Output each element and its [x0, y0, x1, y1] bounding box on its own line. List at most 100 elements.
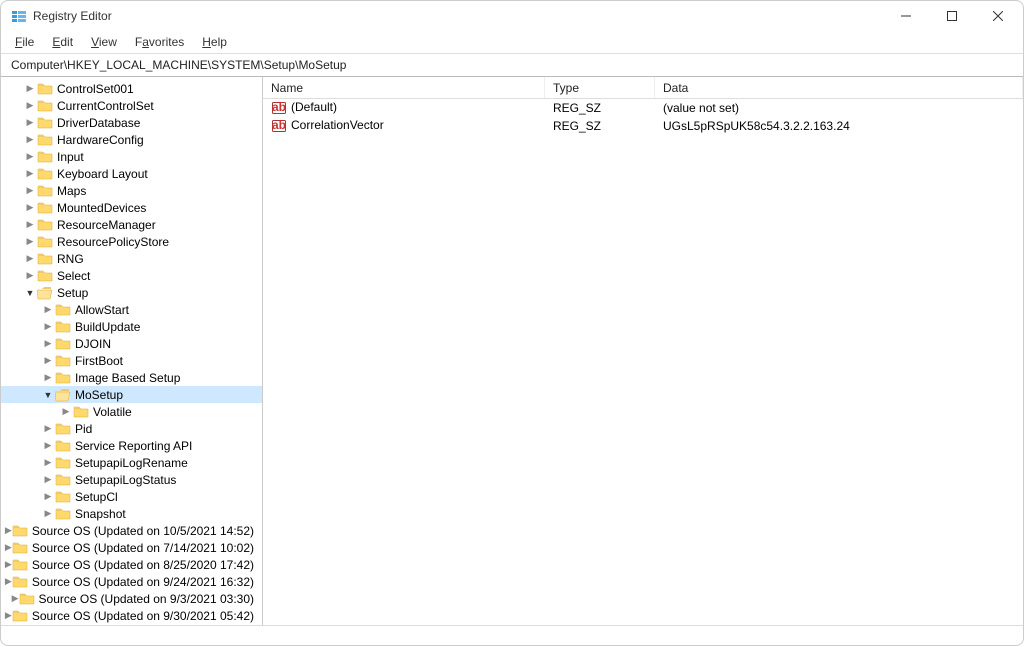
close-button[interactable] — [975, 1, 1021, 31]
expand-toggle-icon[interactable]: ▶ — [41, 440, 55, 451]
window-controls — [883, 1, 1021, 31]
expand-toggle-icon[interactable]: ▼ — [23, 288, 37, 298]
expand-toggle-icon[interactable]: ▶ — [41, 321, 55, 332]
folder-icon — [55, 337, 71, 351]
expand-toggle-icon[interactable]: ▶ — [12, 593, 19, 604]
folder-icon — [12, 524, 28, 538]
list-row[interactable]: ab(Default)REG_SZ(value not set) — [263, 99, 1023, 117]
tree-item[interactable]: ▶Source OS (Updated on 9/30/2021 05:42) — [1, 607, 262, 624]
expand-toggle-icon[interactable]: ▶ — [5, 525, 12, 536]
tree-item[interactable]: ▶BuildUpdate — [1, 318, 262, 335]
tree-item[interactable]: ▶AllowStart — [1, 301, 262, 318]
tree-item[interactable]: ▶DriverDatabase — [1, 114, 262, 131]
tree-item[interactable]: ▶Source OS (Updated on 9/24/2021 16:32) — [1, 573, 262, 590]
tree-item[interactable]: ▶Status — [1, 624, 262, 625]
expand-toggle-icon[interactable]: ▶ — [23, 185, 37, 196]
expand-toggle-icon[interactable]: ▶ — [23, 168, 37, 179]
column-data[interactable]: Data — [655, 77, 1023, 98]
tree-item-label: Maps — [57, 184, 86, 198]
folder-icon — [12, 609, 28, 623]
expand-toggle-icon[interactable]: ▼ — [41, 390, 55, 400]
folder-icon — [12, 541, 28, 555]
tree-item[interactable]: ▶Volatile — [1, 403, 262, 420]
tree-item[interactable]: ▶Source OS (Updated on 8/25/2020 17:42) — [1, 556, 262, 573]
tree-item[interactable]: ▶ HardwareConfig — [1, 131, 262, 148]
registry-tree[interactable]: ▶ControlSet001▶CurrentControlSet▶DriverD… — [1, 77, 263, 625]
expand-toggle-icon[interactable]: ▶ — [41, 304, 55, 315]
address-bar[interactable] — [1, 53, 1023, 77]
tree-item[interactable]: ▶Input — [1, 148, 262, 165]
expand-toggle-icon[interactable]: ▶ — [41, 508, 55, 519]
tree-item[interactable]: ▼Setup — [1, 284, 262, 301]
address-input[interactable] — [9, 57, 1015, 73]
menu-help[interactable]: Help — [194, 33, 235, 51]
column-type[interactable]: Type — [545, 77, 655, 98]
folder-icon — [37, 116, 53, 130]
menu-edit[interactable]: Edit — [44, 33, 81, 51]
tree-item[interactable]: ▶Source OS (Updated on 7/14/2021 10:02) — [1, 539, 262, 556]
expand-toggle-icon[interactable]: ▶ — [5, 542, 12, 553]
tree-item[interactable]: ▶ CurrentControlSet — [1, 97, 262, 114]
expand-toggle-icon[interactable]: ▶ — [23, 236, 37, 247]
tree-item[interactable]: ▶SetupapiLogRename — [1, 454, 262, 471]
minimize-button[interactable] — [883, 1, 929, 31]
expand-toggle-icon[interactable]: ▶ — [5, 559, 12, 570]
tree-item-label: HardwareConfig — [57, 133, 144, 147]
column-name[interactable]: Name — [263, 77, 545, 98]
tree-item[interactable]: ▶Source OS (Updated on 10/5/2021 14:52) — [1, 522, 262, 539]
expand-toggle-icon[interactable]: ▶ — [59, 406, 73, 417]
expand-toggle-icon[interactable]: ▶ — [41, 491, 55, 502]
tree-item[interactable]: ▶DJOIN — [1, 335, 262, 352]
tree-item[interactable]: ▶ControlSet001 — [1, 80, 262, 97]
folder-icon — [55, 303, 71, 317]
folder-icon — [55, 507, 71, 521]
titlebar[interactable]: Registry Editor — [1, 1, 1023, 31]
tree-item[interactable]: ▶ Maps — [1, 182, 262, 199]
tree-item[interactable]: ▶Service Reporting API — [1, 437, 262, 454]
expand-toggle-icon[interactable]: ▶ — [41, 338, 55, 349]
tree-item-label: CurrentControlSet — [57, 99, 154, 113]
list-header[interactable]: Name Type Data — [263, 77, 1023, 99]
expand-toggle-icon[interactable]: ▶ — [5, 610, 12, 621]
expand-toggle-icon[interactable]: ▶ — [23, 117, 37, 128]
tree-item[interactable]: ▶ RNG — [1, 250, 262, 267]
tree-item[interactable]: ▶Source OS (Updated on 9/3/2021 03:30) — [1, 590, 262, 607]
tree-item[interactable]: ▶ ResourceManager — [1, 216, 262, 233]
tree-item[interactable]: ▼MoSetup — [1, 386, 262, 403]
list-row[interactable]: abCorrelationVectorREG_SZUGsL5pRSpUK58c5… — [263, 117, 1023, 135]
expand-toggle-icon[interactable]: ▶ — [23, 151, 37, 162]
tree-item[interactable]: ▶SetupCl — [1, 488, 262, 505]
tree-item-label: RNG — [57, 252, 84, 266]
tree-item[interactable]: ▶ResourcePolicyStore — [1, 233, 262, 250]
expand-toggle-icon[interactable]: ▶ — [23, 83, 37, 94]
expand-toggle-icon[interactable]: ▶ — [41, 355, 55, 366]
expand-toggle-icon[interactable]: ▶ — [23, 219, 37, 230]
expand-toggle-icon[interactable]: ▶ — [23, 134, 37, 145]
expand-toggle-icon[interactable]: ▶ — [23, 202, 37, 213]
values-list[interactable]: Name Type Data ab(Default)REG_SZ(value n… — [263, 77, 1023, 625]
expand-toggle-icon[interactable]: ▶ — [5, 576, 12, 587]
tree-item[interactable]: ▶Select — [1, 267, 262, 284]
menu-file[interactable]: File — [7, 33, 42, 51]
tree-item[interactable]: ▶MountedDevices — [1, 199, 262, 216]
menu-favorites[interactable]: Favorites — [127, 33, 192, 51]
expand-toggle-icon[interactable]: ▶ — [41, 423, 55, 434]
tree-item[interactable]: ▶ Pid — [1, 420, 262, 437]
expand-toggle-icon[interactable]: ▶ — [23, 270, 37, 281]
expand-toggle-icon[interactable]: ▶ — [41, 474, 55, 485]
expand-toggle-icon[interactable]: ▶ — [23, 100, 37, 111]
expand-toggle-icon[interactable]: ▶ — [23, 253, 37, 264]
tree-item[interactable]: ▶SetupapiLogStatus — [1, 471, 262, 488]
tree-item-label: ResourceManager — [57, 218, 156, 232]
expand-toggle-icon[interactable]: ▶ — [41, 372, 55, 383]
tree-item[interactable]: ▶Snapshot — [1, 505, 262, 522]
tree-item-label: Image Based Setup — [75, 371, 180, 385]
maximize-button[interactable] — [929, 1, 975, 31]
tree-item[interactable]: ▶Keyboard Layout — [1, 165, 262, 182]
expand-toggle-icon[interactable]: ▶ — [41, 457, 55, 468]
menu-view[interactable]: View — [83, 33, 125, 51]
tree-item[interactable]: ▶FirstBoot — [1, 352, 262, 369]
folder-icon — [37, 167, 53, 181]
tree-item-label: Pid — [75, 422, 92, 436]
tree-item[interactable]: ▶ Image Based Setup — [1, 369, 262, 386]
